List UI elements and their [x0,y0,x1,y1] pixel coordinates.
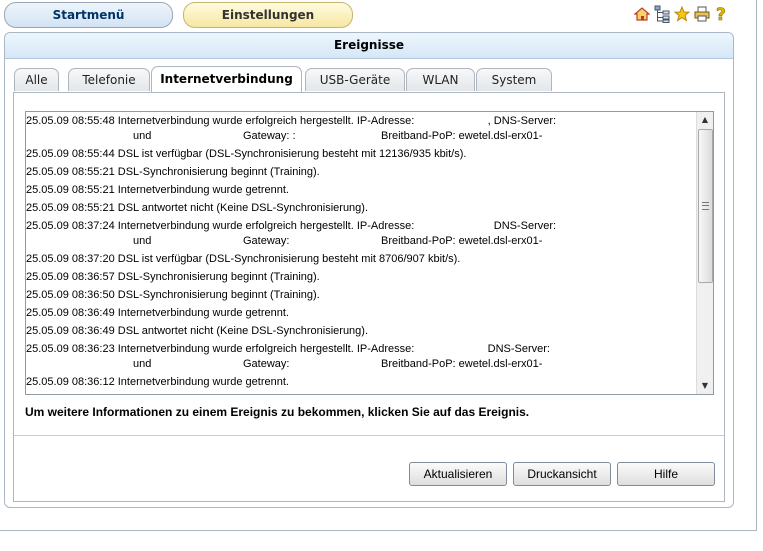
scroll-up-arrow-icon[interactable]: ▲ [697,112,713,128]
event-detail-part: Gateway: [243,235,290,247]
event-text: 25.05.09 08:36:49 DSL antwortet nicht (K… [26,325,369,337]
event-text: 25.05.09 08:55:48 Internetverbindung wur… [26,115,557,127]
event-text: 25.05.09 08:37:20 DSL ist verfügbar (DSL… [26,253,461,265]
event-text: 25.05.09 08:55:21 Internetverbindung wur… [26,184,289,196]
event-text: 25.05.09 08:36:50 DSL-Synchronisierung b… [26,289,320,301]
scrollbar[interactable]: ▲ ▼ [696,112,713,394]
event-entry[interactable]: 25.05.09 08:36:23 Internetverbindung wur… [26,342,696,375]
refresh-button[interactable]: Aktualisieren [409,462,507,486]
event-details: und Gateway: Breitband-PoP: ewetel.dsl-erx… [26,234,696,249]
scroll-thumb[interactable] [698,129,713,283]
event-detail-part: und [133,235,152,247]
info-hint: Um weitere Informationen zu einem Ereign… [25,405,530,419]
event-detail-part: und [133,130,152,142]
event-detail-part: Breitband-PoP: ewetel.dsl-erx01- [381,235,543,247]
event-entry[interactable]: 25.05.09 08:55:21 DSL-Synchronisierung b… [26,165,696,183]
event-text: 25.05.09 08:36:57 DSL-Synchronisierung b… [26,271,320,283]
event-text: 25.05.09 08:36:49 Internetverbindung wur… [26,307,289,319]
tab-usb-devices[interactable]: USB-Geräte [305,68,405,91]
toolbar-icons: ? [634,5,730,25]
event-entry[interactable]: 25.05.09 08:55:48 Internetverbindung wur… [26,114,696,147]
event-text: 25.05.09 08:36:12 Internetverbindung wur… [26,376,289,388]
frame-edge-bottom [0,530,757,531]
event-text: 25.05.09 08:55:44 DSL ist verfügbar (DSL… [26,148,467,160]
help-button[interactable]: Hilfe [617,462,715,486]
event-detail-part: Gateway: [243,358,290,370]
event-log[interactable]: 25.05.09 08:55:48 Internetverbindung wur… [25,111,714,395]
event-detail-part: und [133,358,152,370]
event-entry[interactable]: 25.05.09 08:37:20 DSL ist verfügbar (DSL… [26,252,696,270]
event-detail-part: Gateway: : [243,130,296,142]
event-text: 25.05.09 08:55:21 DSL antwortet nicht (K… [26,202,369,214]
event-entry[interactable]: 25.05.09 08:36:50 DSL-Synchronisierung b… [26,288,696,306]
event-entry[interactable]: 25.05.09 08:55:21 DSL antwortet nicht (K… [26,201,696,219]
tab-wlan[interactable]: WLAN [406,68,475,91]
tab-system[interactable]: System [476,68,552,91]
event-entry[interactable]: 25.05.09 08:36:57 DSL-Synchronisierung b… [26,270,696,288]
help-icon[interactable]: ? [714,5,730,23]
divider [14,435,724,436]
event-detail-part: Breitband-PoP: ewetel.dsl-erx01- [381,130,543,142]
home-icon[interactable] [634,5,650,23]
panel-title: Ereignisse [5,33,733,59]
event-details: und Gateway: : Breitband-PoP: ewetel.dsl-e… [26,129,696,144]
event-text: 25.05.09 08:55:21 DSL-Synchronisierung b… [26,166,320,178]
star-icon[interactable] [674,5,690,23]
event-entry[interactable]: 25.05.09 08:36:49 Internetverbindung wur… [26,306,696,324]
tab-telephony[interactable]: Telefonie [68,68,150,91]
event-detail-part: Breitband-PoP: ewetel.dsl-erx01- [381,358,543,370]
sitemap-icon[interactable] [654,5,670,23]
print-view-button[interactable]: Druckansicht [513,462,611,486]
scroll-down-arrow-icon[interactable]: ▼ [697,378,713,394]
tab-all[interactable]: Alle [14,68,59,91]
tab-content: 25.05.09 08:55:48 Internetverbindung wur… [13,92,725,502]
event-details: und Gateway: Breitband-PoP: ewetel.dsl-erx… [26,357,696,372]
event-text: 25.05.09 08:37:24 Internetverbindung wur… [26,220,557,232]
start-menu-button[interactable]: Startmenü [4,2,173,28]
event-entry[interactable]: 25.05.09 08:55:21 Internetverbindung wur… [26,183,696,201]
svg-text:?: ? [716,5,726,23]
events-panel: Ereignisse Alle Telefonie Internetverbin… [4,32,734,508]
tab-internet-connection[interactable]: Internetverbindung [151,66,302,92]
event-text: 25.05.09 08:36:23 Internetverbindung wur… [26,343,550,355]
event-entry[interactable]: 25.05.09 08:55:44 DSL ist verfügbar (DSL… [26,147,696,165]
event-entry[interactable]: 25.05.09 08:36:49 DSL antwortet nicht (K… [26,324,696,342]
event-entry[interactable]: 25.05.09 08:37:24 Internetverbindung wur… [26,219,696,252]
event-list: 25.05.09 08:55:48 Internetverbindung wur… [26,112,696,394]
frame-edge-right [756,0,763,530]
settings-button[interactable]: Einstellungen [183,2,353,28]
printer-icon[interactable] [694,5,710,23]
event-entry[interactable]: 25.05.09 08:36:12 Internetverbindung wur… [26,375,696,393]
